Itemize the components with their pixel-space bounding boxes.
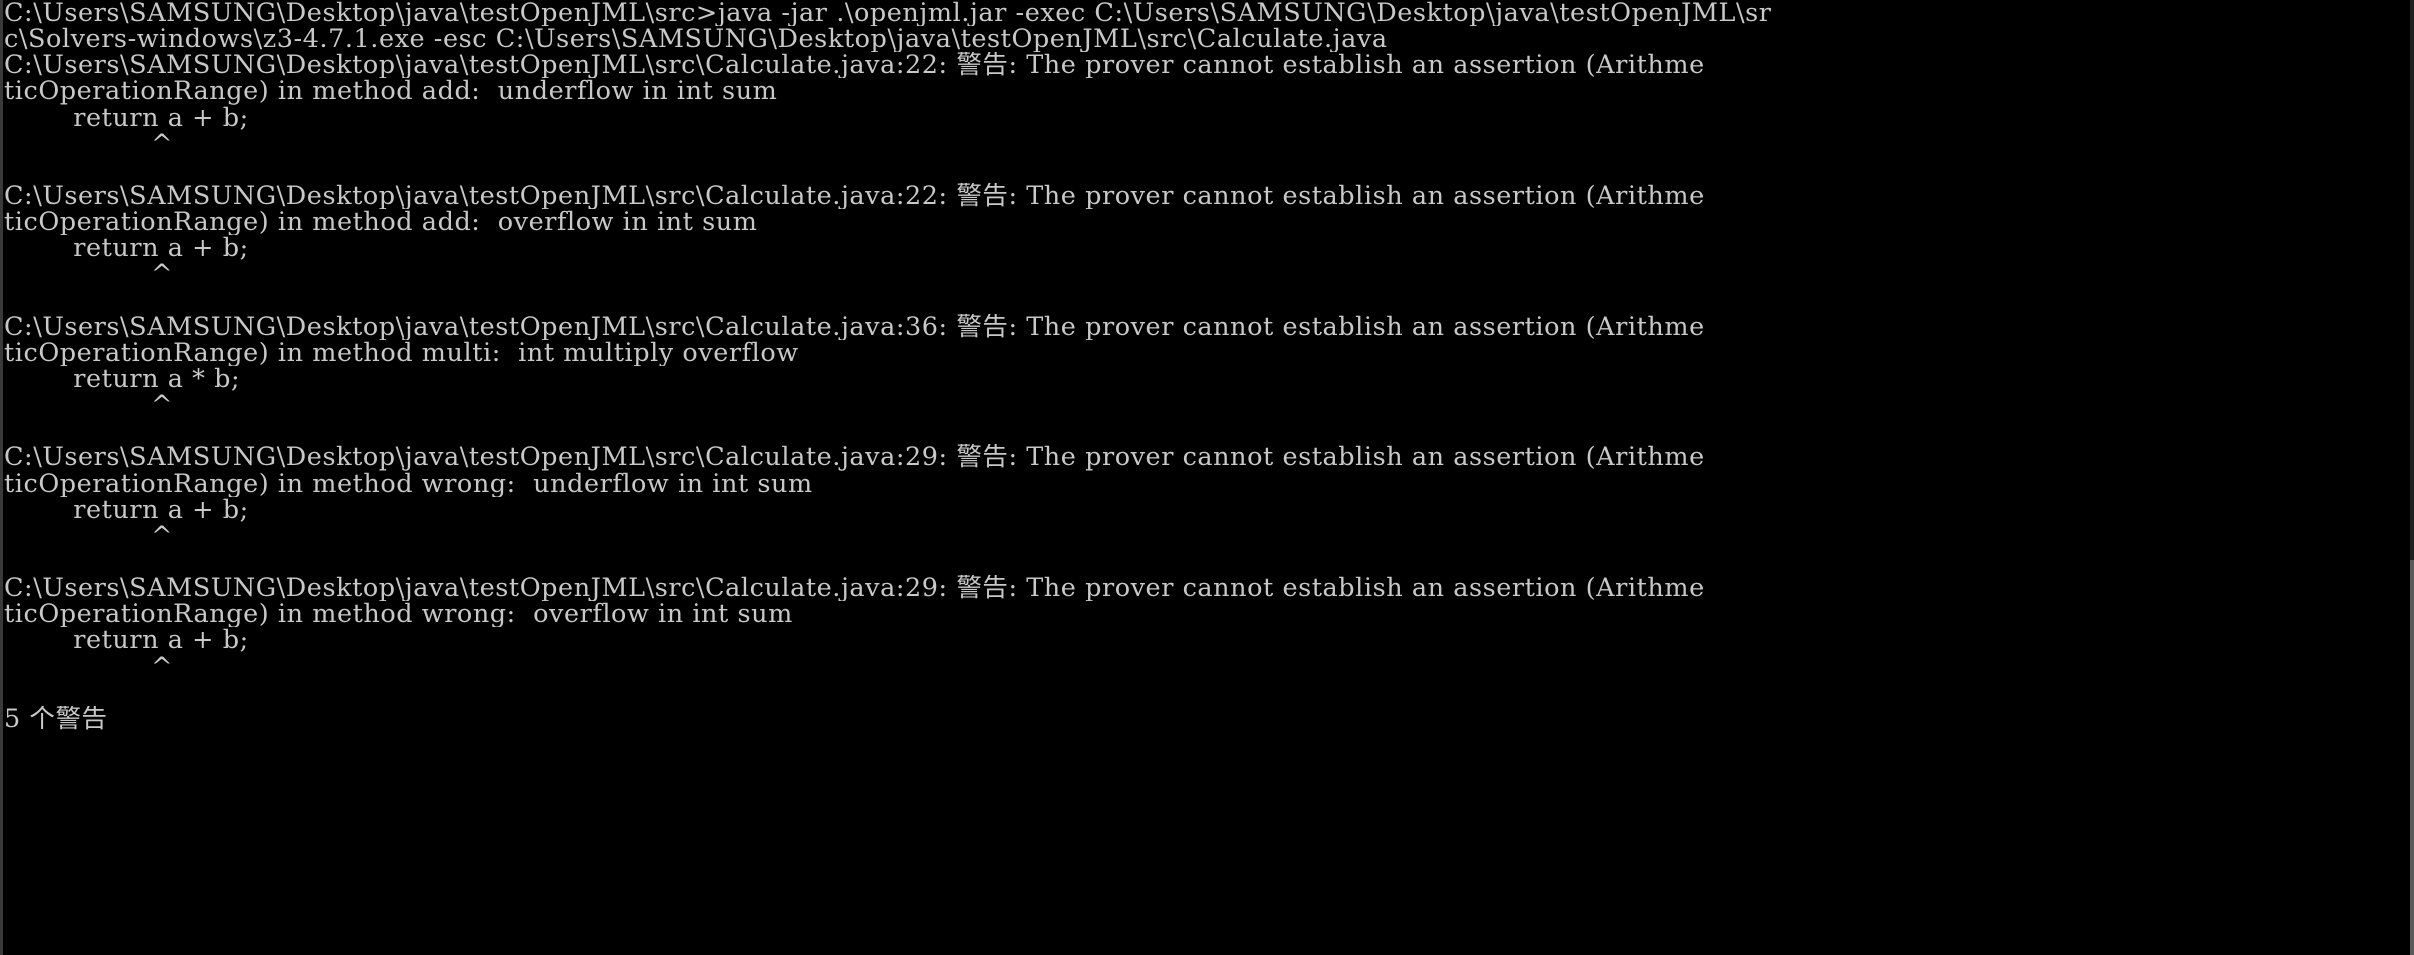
scrollbar-track[interactable] [2410,0,2414,955]
terminal-window[interactable]: C:\Users\SAMSUNG\Desktop\java\testOpenJM… [0,0,2414,955]
terminal-line: ticOperationRange) in method add: underf… [4,78,778,105]
terminal-output: C:\Users\SAMSUNG\Desktop\java\testOpenJM… [0,0,2414,732]
terminal-line: C:\Users\SAMSUNG\Desktop\java\testOpenJM… [4,182,1705,210]
terminal-line: ticOperationRange) in method add: overfl… [4,209,758,236]
terminal-line-code: return a + b; [4,235,249,262]
terminal-line: C:\Users\SAMSUNG\Desktop\java\testOpenJM… [4,444,1705,471]
terminal-line-caret: ^ [4,130,174,157]
terminal-line-code: return a * b; [4,365,241,393]
terminal-summary-line: 5 个警告 [4,705,108,732]
scrollbar-thumb[interactable] [2410,560,2414,955]
terminal-line-code: return a + b; [4,627,249,654]
terminal-line-code: return a + b; [4,496,249,523]
terminal-line: ticOperationRange) in method wrong: unde… [4,470,813,497]
terminal-line: ticOperationRange) in method multi: int … [4,339,799,366]
terminal-line-caret: ^ [4,653,174,680]
terminal-line: C:\Users\SAMSUNG\Desktop\java\testOpenJM… [4,52,1705,79]
terminal-line: ticOperationRange) in method wrong: over… [4,601,793,628]
terminal-line: C:\Users\SAMSUNG\Desktop\java\testOpenJM… [4,313,1705,340]
terminal-line-caret: ^ [4,261,174,288]
terminal-line-code: return a + b; [4,104,249,131]
terminal-line-caret: ^ [4,392,174,419]
terminal-line: C:\Users\SAMSUNG\Desktop\java\testOpenJM… [4,575,1705,602]
terminal-line-caret: ^ [4,522,174,549]
terminal-line: C:\Users\SAMSUNG\Desktop\java\testOpenJM… [4,0,1772,27]
terminal-line: c\Solvers-windows\z3-4.7.1.exe -esc C:\U… [4,26,1388,53]
